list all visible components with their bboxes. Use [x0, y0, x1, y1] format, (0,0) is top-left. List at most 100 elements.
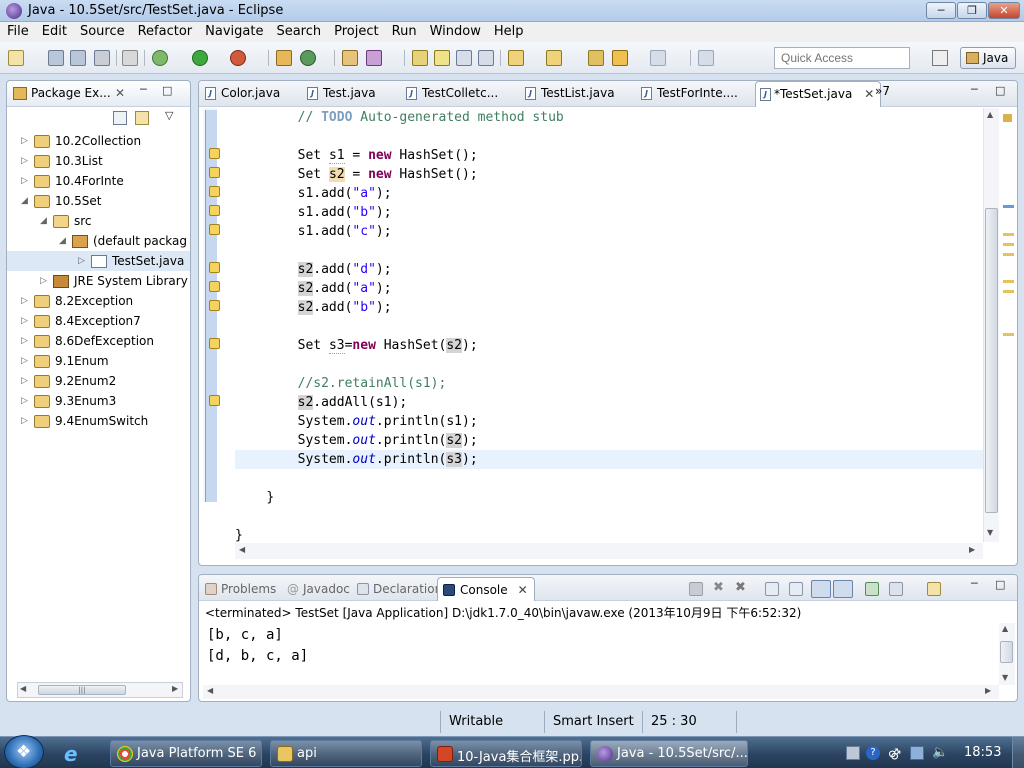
new-java-project-icon[interactable] [276, 50, 292, 66]
debug-icon[interactable] [152, 50, 168, 66]
warning-icon[interactable] [209, 148, 220, 159]
expand-arrow-icon[interactable]: ▷ [78, 251, 88, 271]
menu-refactor[interactable]: Refactor [131, 22, 199, 39]
tree-item[interactable]: ▷ 10.2Collection [7, 131, 190, 151]
show-on-stdout-icon[interactable] [811, 580, 831, 598]
warning-icon[interactable] [209, 338, 220, 349]
tree-item[interactable]: ▷ 9.2Enum2 [7, 371, 190, 391]
tree-item[interactable]: ▷ 8.6DefException [7, 331, 190, 351]
tab-package-explorer[interactable]: Package Ex... ✕ [11, 86, 125, 100]
maximize-button[interactable]: ❐ [957, 2, 987, 19]
minimize-view-icon[interactable]: ─ [140, 83, 147, 96]
expand-arrow-icon[interactable]: ▷ [21, 151, 31, 171]
minimize-button[interactable]: ─ [926, 2, 956, 19]
menu-search[interactable]: Search [269, 22, 327, 39]
menu-project[interactable]: Project [327, 22, 384, 39]
display-selected-console-icon[interactable] [889, 582, 903, 596]
scroll-lock-icon[interactable] [789, 582, 803, 596]
expand-arrow-icon[interactable]: ▷ [40, 271, 50, 291]
taskbar-clock[interactable]: 18:53 [964, 745, 1001, 760]
package-explorer-hscrollbar[interactable]: ◀ ||| ▶ [17, 682, 183, 698]
tree-item[interactable]: ▷ 10.3List [7, 151, 190, 171]
show-whitespace-icon[interactable] [456, 50, 472, 66]
warning-icon[interactable] [209, 167, 220, 178]
toggle-mark-occurrences-icon[interactable] [412, 50, 428, 66]
menu-window[interactable]: Window [423, 22, 487, 39]
warning-icon[interactable] [209, 205, 220, 216]
collapse-arrow-icon[interactable]: ◢ [59, 231, 69, 251]
skip-breakpoints-icon[interactable] [122, 50, 138, 66]
scrollbar-thumb[interactable] [985, 208, 998, 513]
tree-item[interactable]: ▷ JRE System Library [7, 271, 190, 291]
expand-arrow-icon[interactable]: ▷ [21, 131, 31, 151]
warning-icon[interactable] [209, 186, 220, 197]
tree-item[interactable]: ◢ 10.5Set [7, 191, 190, 211]
tab-test-java[interactable]: J Test.java [305, 86, 376, 100]
editor-hscrollbar[interactable]: ◀ ▶ [235, 543, 983, 559]
forward-icon[interactable] [650, 50, 666, 66]
external-tools-icon[interactable] [230, 50, 246, 66]
overview-mark[interactable] [1003, 253, 1014, 256]
tab-console[interactable]: Console ✕ [437, 577, 535, 601]
quick-access-input[interactable] [774, 47, 910, 69]
paragraph-icon[interactable] [478, 50, 494, 66]
expand-arrow-icon[interactable]: ▷ [21, 351, 31, 371]
overview-mark[interactable] [1003, 290, 1014, 293]
scroll-left-icon[interactable]: ◀ [207, 686, 213, 695]
next-annotation-icon[interactable] [508, 50, 524, 66]
java-perspective-button[interactable]: Java [960, 47, 1016, 69]
expand-arrow-icon[interactable]: ▷ [21, 291, 31, 311]
overview-mark[interactable] [1003, 233, 1014, 236]
show-on-stderr-icon[interactable] [833, 580, 853, 598]
console-vscrollbar[interactable]: ▲ ▼ [999, 623, 1015, 685]
scroll-down-icon[interactable]: ▼ [987, 528, 993, 537]
task-eclipse[interactable]: Java - 10.5Set/src/... [590, 740, 748, 767]
remove-launch-icon[interactable]: ✖ [713, 581, 727, 596]
pin-editor-icon[interactable] [698, 50, 714, 66]
print-icon[interactable] [94, 50, 110, 66]
toggle-block-selection-icon[interactable] [434, 50, 450, 66]
expand-arrow-icon[interactable]: ▷ [21, 411, 31, 431]
new-icon[interactable] [8, 50, 24, 66]
warning-summary-icon[interactable] [1003, 114, 1012, 122]
expand-arrow-icon[interactable]: ▷ [21, 371, 31, 391]
task-java-platform[interactable]: Java Platform SE 6 ... [110, 740, 262, 767]
tree-item[interactable]: ▷ 9.1Enum [7, 351, 190, 371]
overview-mark[interactable] [1003, 333, 1014, 336]
tab-color-java[interactable]: J Color.java [203, 86, 280, 100]
more-tabs-button[interactable]: »7 [875, 84, 890, 98]
scroll-left-icon[interactable]: ◀ [239, 545, 245, 554]
scroll-right-icon[interactable]: ▶ [969, 545, 975, 554]
annotation-ruler[interactable] [203, 108, 220, 502]
warning-icon[interactable] [209, 262, 220, 273]
minimize-view-icon[interactable]: ─ [971, 83, 978, 96]
remove-all-launches-icon[interactable]: ✖ [735, 581, 749, 596]
keyboard-icon[interactable] [846, 746, 860, 760]
open-type-icon[interactable] [342, 50, 358, 66]
overview-mark[interactable] [1003, 205, 1014, 208]
maximize-view-icon[interactable]: □ [162, 84, 172, 97]
menu-source[interactable]: Source [73, 22, 131, 39]
tree-item[interactable]: ▷ 9.4EnumSwitch [7, 411, 190, 431]
overview-mark[interactable] [1003, 243, 1014, 246]
new-class-icon[interactable] [300, 50, 316, 66]
run-icon[interactable] [192, 50, 208, 66]
tab-testforinte-java[interactable]: J TestForInte.... [639, 86, 738, 100]
close-icon[interactable]: ✕ [864, 87, 874, 101]
scroll-right-icon[interactable]: ▶ [172, 684, 178, 693]
code-area[interactable]: // TODO Auto-generated method stub Set s… [235, 108, 983, 558]
collapse-arrow-icon[interactable]: ◢ [40, 211, 50, 231]
tab-declaration[interactable]: Declaration [355, 582, 442, 596]
collapse-arrow-icon[interactable]: ◢ [21, 191, 31, 211]
task-powerpoint[interactable]: 10-Java集合框架.pp... [430, 740, 582, 767]
open-perspective-icon[interactable] [932, 50, 948, 66]
tree-item[interactable]: ▷ 9.3Enum3 [7, 391, 190, 411]
editor-vscrollbar[interactable]: ▲ ▼ [983, 108, 999, 542]
scroll-right-icon[interactable]: ▶ [985, 686, 991, 695]
tree-item[interactable]: ◢ src [7, 211, 190, 231]
save-all-icon[interactable] [70, 50, 86, 66]
overview-mark[interactable] [1003, 280, 1014, 283]
view-menu-icon[interactable]: ▽ [165, 109, 173, 122]
open-console-icon[interactable] [927, 582, 941, 596]
terminate-icon[interactable] [689, 582, 703, 596]
